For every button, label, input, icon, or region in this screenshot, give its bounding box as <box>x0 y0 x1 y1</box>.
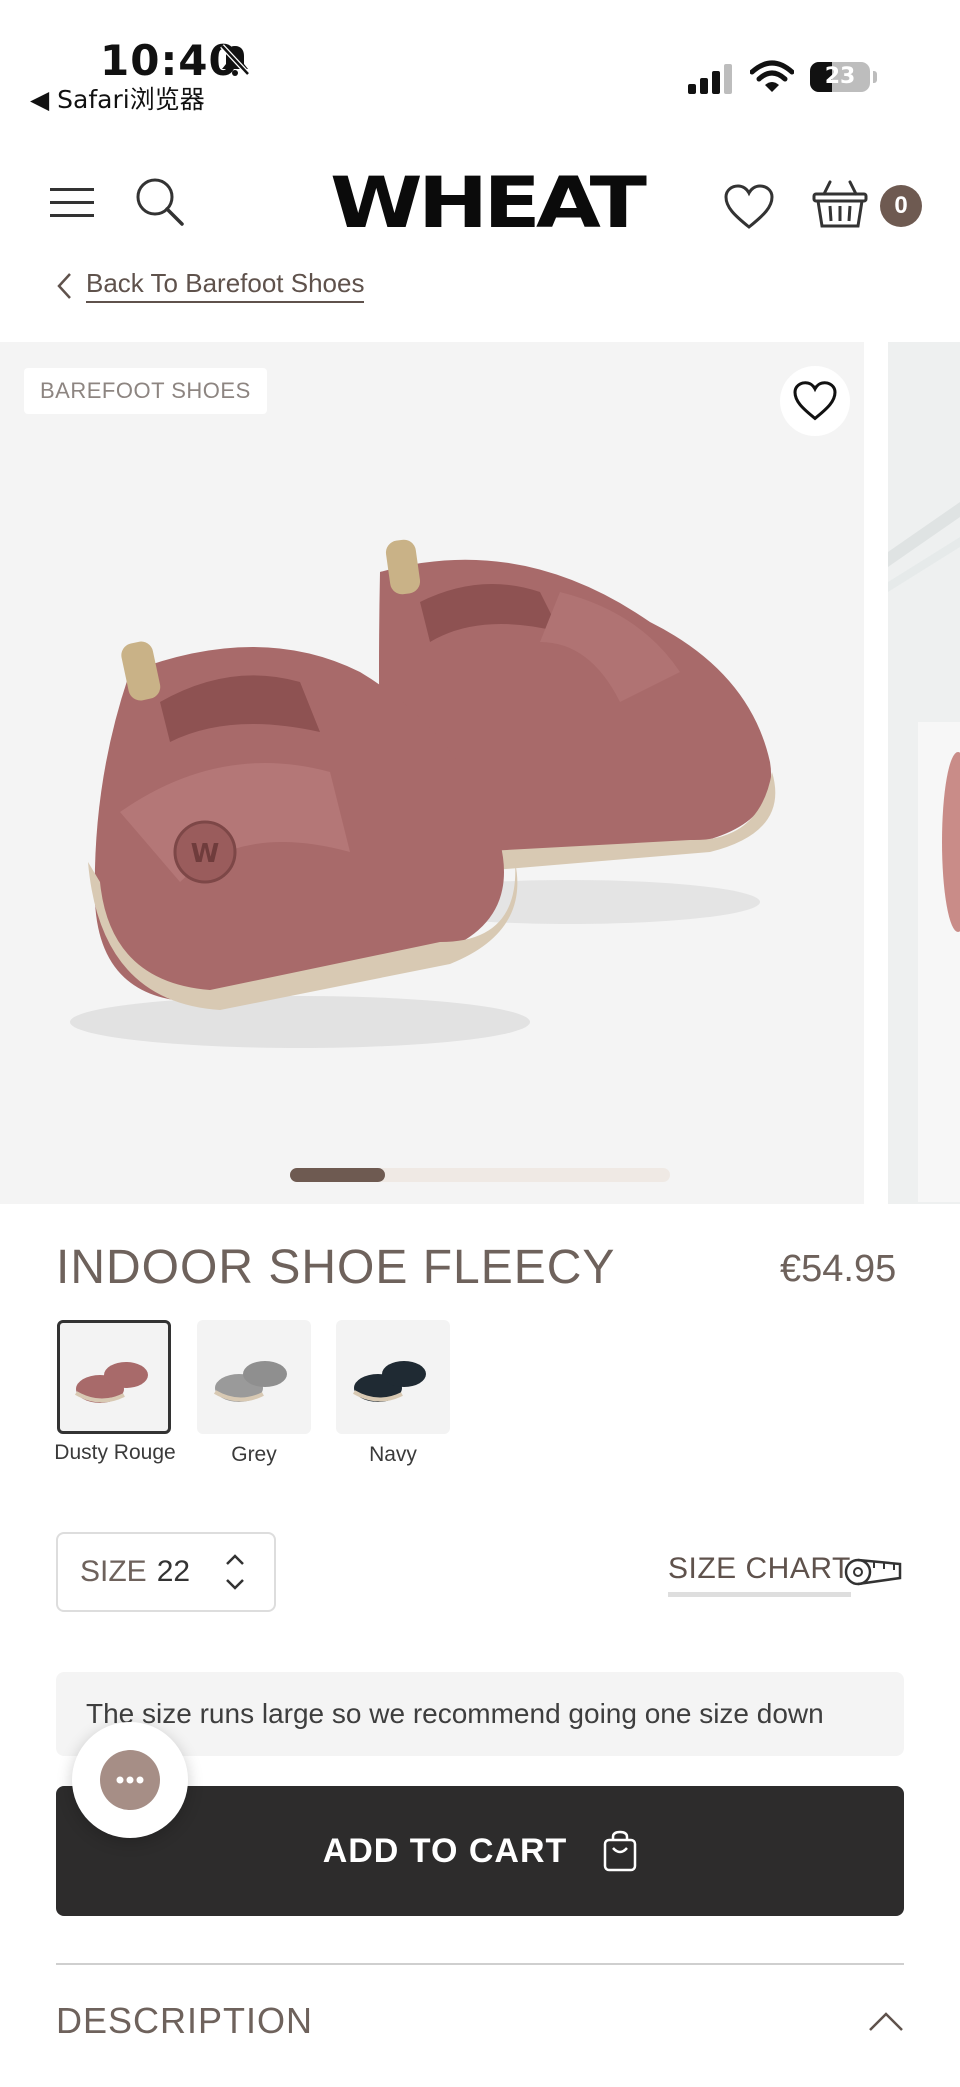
battery-indicator: 23 <box>810 62 870 92</box>
category-tag: BAREFOOT SHOES <box>24 368 267 414</box>
wifi-icon <box>750 60 794 92</box>
color-label-dusty-rouge: Dusty Rouge <box>54 1441 176 1464</box>
search-icon[interactable] <box>134 176 186 228</box>
cart-count-badge[interactable]: 0 <box>880 185 922 227</box>
svg-text:W: W <box>191 839 220 869</box>
wishlist-heart-icon[interactable] <box>724 184 774 230</box>
stepper-chevrons-icon[interactable] <box>224 1552 246 1592</box>
size-chart-link[interactable]: SIZE CHART <box>668 1552 851 1597</box>
menu-icon[interactable] <box>50 186 94 220</box>
size-value: 22 <box>156 1555 191 1588</box>
size-label: SIZE <box>80 1555 147 1588</box>
shopping-bag-icon <box>604 1830 637 1872</box>
product-photo-next <box>888 342 960 1204</box>
image-favorite-button[interactable] <box>780 366 850 436</box>
add-to-cart-label: ADD TO CART <box>322 1831 568 1870</box>
bell-muted-icon <box>220 44 250 76</box>
size-note: The size runs large so we recommend goin… <box>56 1672 904 1756</box>
measuring-tape-icon[interactable] <box>844 1556 904 1588</box>
battery-tip <box>873 71 877 83</box>
description-heading[interactable]: DESCRIPTION <box>56 2000 313 2042</box>
back-to-safari-link[interactable]: ◀ Safari浏览器 <box>30 80 205 116</box>
swatch-thumbnail <box>213 1361 287 1402</box>
chevron-up-icon[interactable] <box>868 2010 904 2032</box>
add-to-cart-button[interactable]: ADD TO CART <box>56 1786 904 1916</box>
color-label-navy: Navy <box>369 1443 417 1466</box>
size-selector[interactable]: SIZE 22 <box>56 1532 276 1612</box>
brand-logo[interactable]: WHEAT <box>330 168 647 238</box>
heart-icon <box>793 381 837 421</box>
gallery-progress <box>290 1168 670 1182</box>
chevron-left-icon <box>57 272 71 299</box>
breadcrumb-back-link[interactable]: Back To Barefoot Shoes <box>86 268 365 303</box>
basket-icon[interactable] <box>812 178 868 230</box>
dots-icon <box>116 1776 144 1784</box>
product-image-next-peek[interactable] <box>888 342 960 1204</box>
swatch-thumbnail <box>74 1362 148 1403</box>
color-swatch-dusty-rouge[interactable] <box>57 1320 171 1434</box>
swatch-thumbnail <box>352 1361 426 1402</box>
signal-icon <box>688 64 732 94</box>
chat-button[interactable] <box>72 1722 188 1838</box>
color-label-grey: Grey <box>231 1443 277 1466</box>
breadcrumb[interactable]: Back To Barefoot Shoes <box>56 268 365 303</box>
product-image-main[interactable]: W <box>0 342 864 1204</box>
product-price: €54.95 <box>780 1248 897 1290</box>
gallery-progress-fill <box>290 1168 385 1182</box>
color-swatch-grey[interactable] <box>197 1320 311 1434</box>
chat-bubble-icon <box>100 1750 160 1810</box>
product-photo-shoes: W <box>70 539 776 1048</box>
color-swatch-navy[interactable] <box>336 1320 450 1434</box>
section-divider <box>56 1963 904 1965</box>
product-title: INDOOR SHOE FLEECY <box>56 1241 616 1294</box>
